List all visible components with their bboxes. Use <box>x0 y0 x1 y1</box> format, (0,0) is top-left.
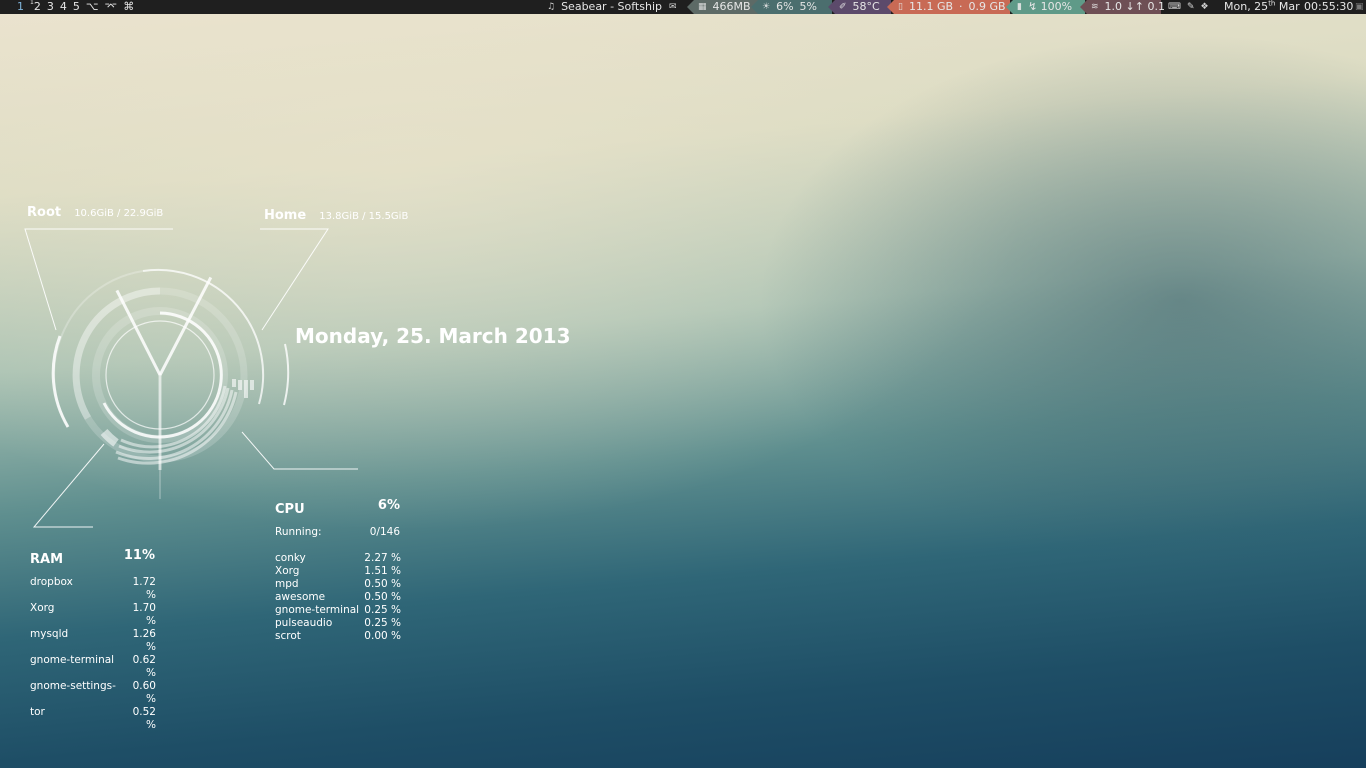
cpu-process-value: 2.27 % <box>364 552 401 564</box>
root-disk-label: Root 10.6GiB / 22.9GiB <box>27 201 163 220</box>
ram-process-list: dropbox 1.72 % Xorg 1.70 % mysqld 1.26 % gn… <box>30 576 156 732</box>
cpu-process-value: 0.25 % <box>364 617 401 629</box>
ram-process-name: gnome-terminal <box>30 654 115 666</box>
home-title: Home <box>264 208 307 223</box>
home-usage: 13.8GiB / 15.5GiB <box>319 211 409 222</box>
cpu-process-row: Xorg 1.51 % <box>275 565 401 578</box>
cpu-process-row: mpd 0.50 % <box>275 578 401 591</box>
cpu-process-name: awesome <box>275 591 326 603</box>
cpu-process-value: 0.00 % <box>364 630 401 642</box>
cpu-running: Running: 0/146 <box>275 526 400 538</box>
ram-process-name: gnome-settings- <box>30 680 116 692</box>
cpu-core-bar-4 <box>250 380 254 390</box>
cpu-process-row: pulseaudio 0.25 % <box>275 617 401 630</box>
root-usage: 10.6GiB / 22.9GiB <box>74 208 164 219</box>
cpu-process-name: pulseaudio <box>275 617 333 629</box>
ram-process-name: Xorg <box>30 602 55 614</box>
clock-minute-hand <box>115 289 162 376</box>
cpu-running-value: 0/146 <box>369 526 400 538</box>
cpu-process-name: mpd <box>275 578 299 590</box>
cpu-process-name: conky <box>275 552 306 564</box>
home-disk-label: Home 13.8GiB / 15.5GiB <box>264 204 408 223</box>
cpu-process-name: scrot <box>275 630 301 642</box>
ram-process-row: Xorg 1.70 % <box>30 602 156 628</box>
cpu-process-row: awesome 0.50 % <box>275 591 401 604</box>
ram-process-name: dropbox <box>30 576 73 588</box>
cpu-core-bar-1 <box>232 379 236 387</box>
conky-graphics <box>24 228 358 528</box>
cpu-percent: 6% <box>377 498 400 513</box>
ram-process-value: 1.70 % <box>132 602 156 627</box>
cpu-process-value: 1.51 % <box>364 565 401 577</box>
date-side-arc <box>283 343 290 406</box>
ram-process-row: dropbox 1.72 % <box>30 576 156 602</box>
cpu-process-name: gnome-terminal <box>275 604 360 616</box>
cpu-process-row: scrot 0.00 % <box>275 630 401 643</box>
cpu-header: CPU 6% <box>275 498 400 517</box>
ram-process-name: tor <box>30 706 45 718</box>
root-title: Root <box>27 205 62 220</box>
ram-process-row: gnome-terminal 0.62 % <box>30 654 156 680</box>
cpu-process-value: 0.25 % <box>364 604 401 616</box>
cpu-core-bar-3 <box>244 380 248 398</box>
ram-process-value: 0.62 % <box>132 654 156 679</box>
ram-header: RAM 11% <box>30 548 155 567</box>
ram-process-value: 1.26 % <box>132 628 156 653</box>
ram-connector-line <box>32 443 105 528</box>
cpu-core-bar-2 <box>238 380 242 390</box>
ram-percent: 11% <box>123 548 155 563</box>
cpu-process-value: 0.50 % <box>364 578 401 590</box>
ram-process-value: 0.60 % <box>132 680 156 705</box>
cpu-title: CPU <box>275 502 305 517</box>
ram-process-row: tor 0.52 % <box>30 706 156 732</box>
inner-ring-arc <box>102 311 223 439</box>
ram-process-value: 1.72 % <box>132 576 156 601</box>
home-connector-line <box>260 228 329 331</box>
ram-process-value: 0.52 % <box>132 706 156 731</box>
ram-process-row: gnome-settings- 0.60 % <box>30 680 156 706</box>
cpu-process-value: 0.50 % <box>364 591 401 603</box>
cpu-process-name: Xorg <box>275 565 300 577</box>
cpu-running-label: Running: <box>275 526 322 538</box>
cpu-process-row: gnome-terminal 0.25 % <box>275 604 401 617</box>
conky-date: Monday, 25. March 2013 <box>295 324 571 348</box>
ram-process-row: mysqld 1.26 % <box>30 628 156 654</box>
cpu-connector-line <box>241 431 358 470</box>
cpu-process-list: conky 2.27 % Xorg 1.51 % mpd 0.50 % awesome… <box>275 552 401 643</box>
ram-process-name: mysqld <box>30 628 69 640</box>
cpu-process-row: conky 2.27 % <box>275 552 401 565</box>
ram-title: RAM <box>30 552 64 567</box>
